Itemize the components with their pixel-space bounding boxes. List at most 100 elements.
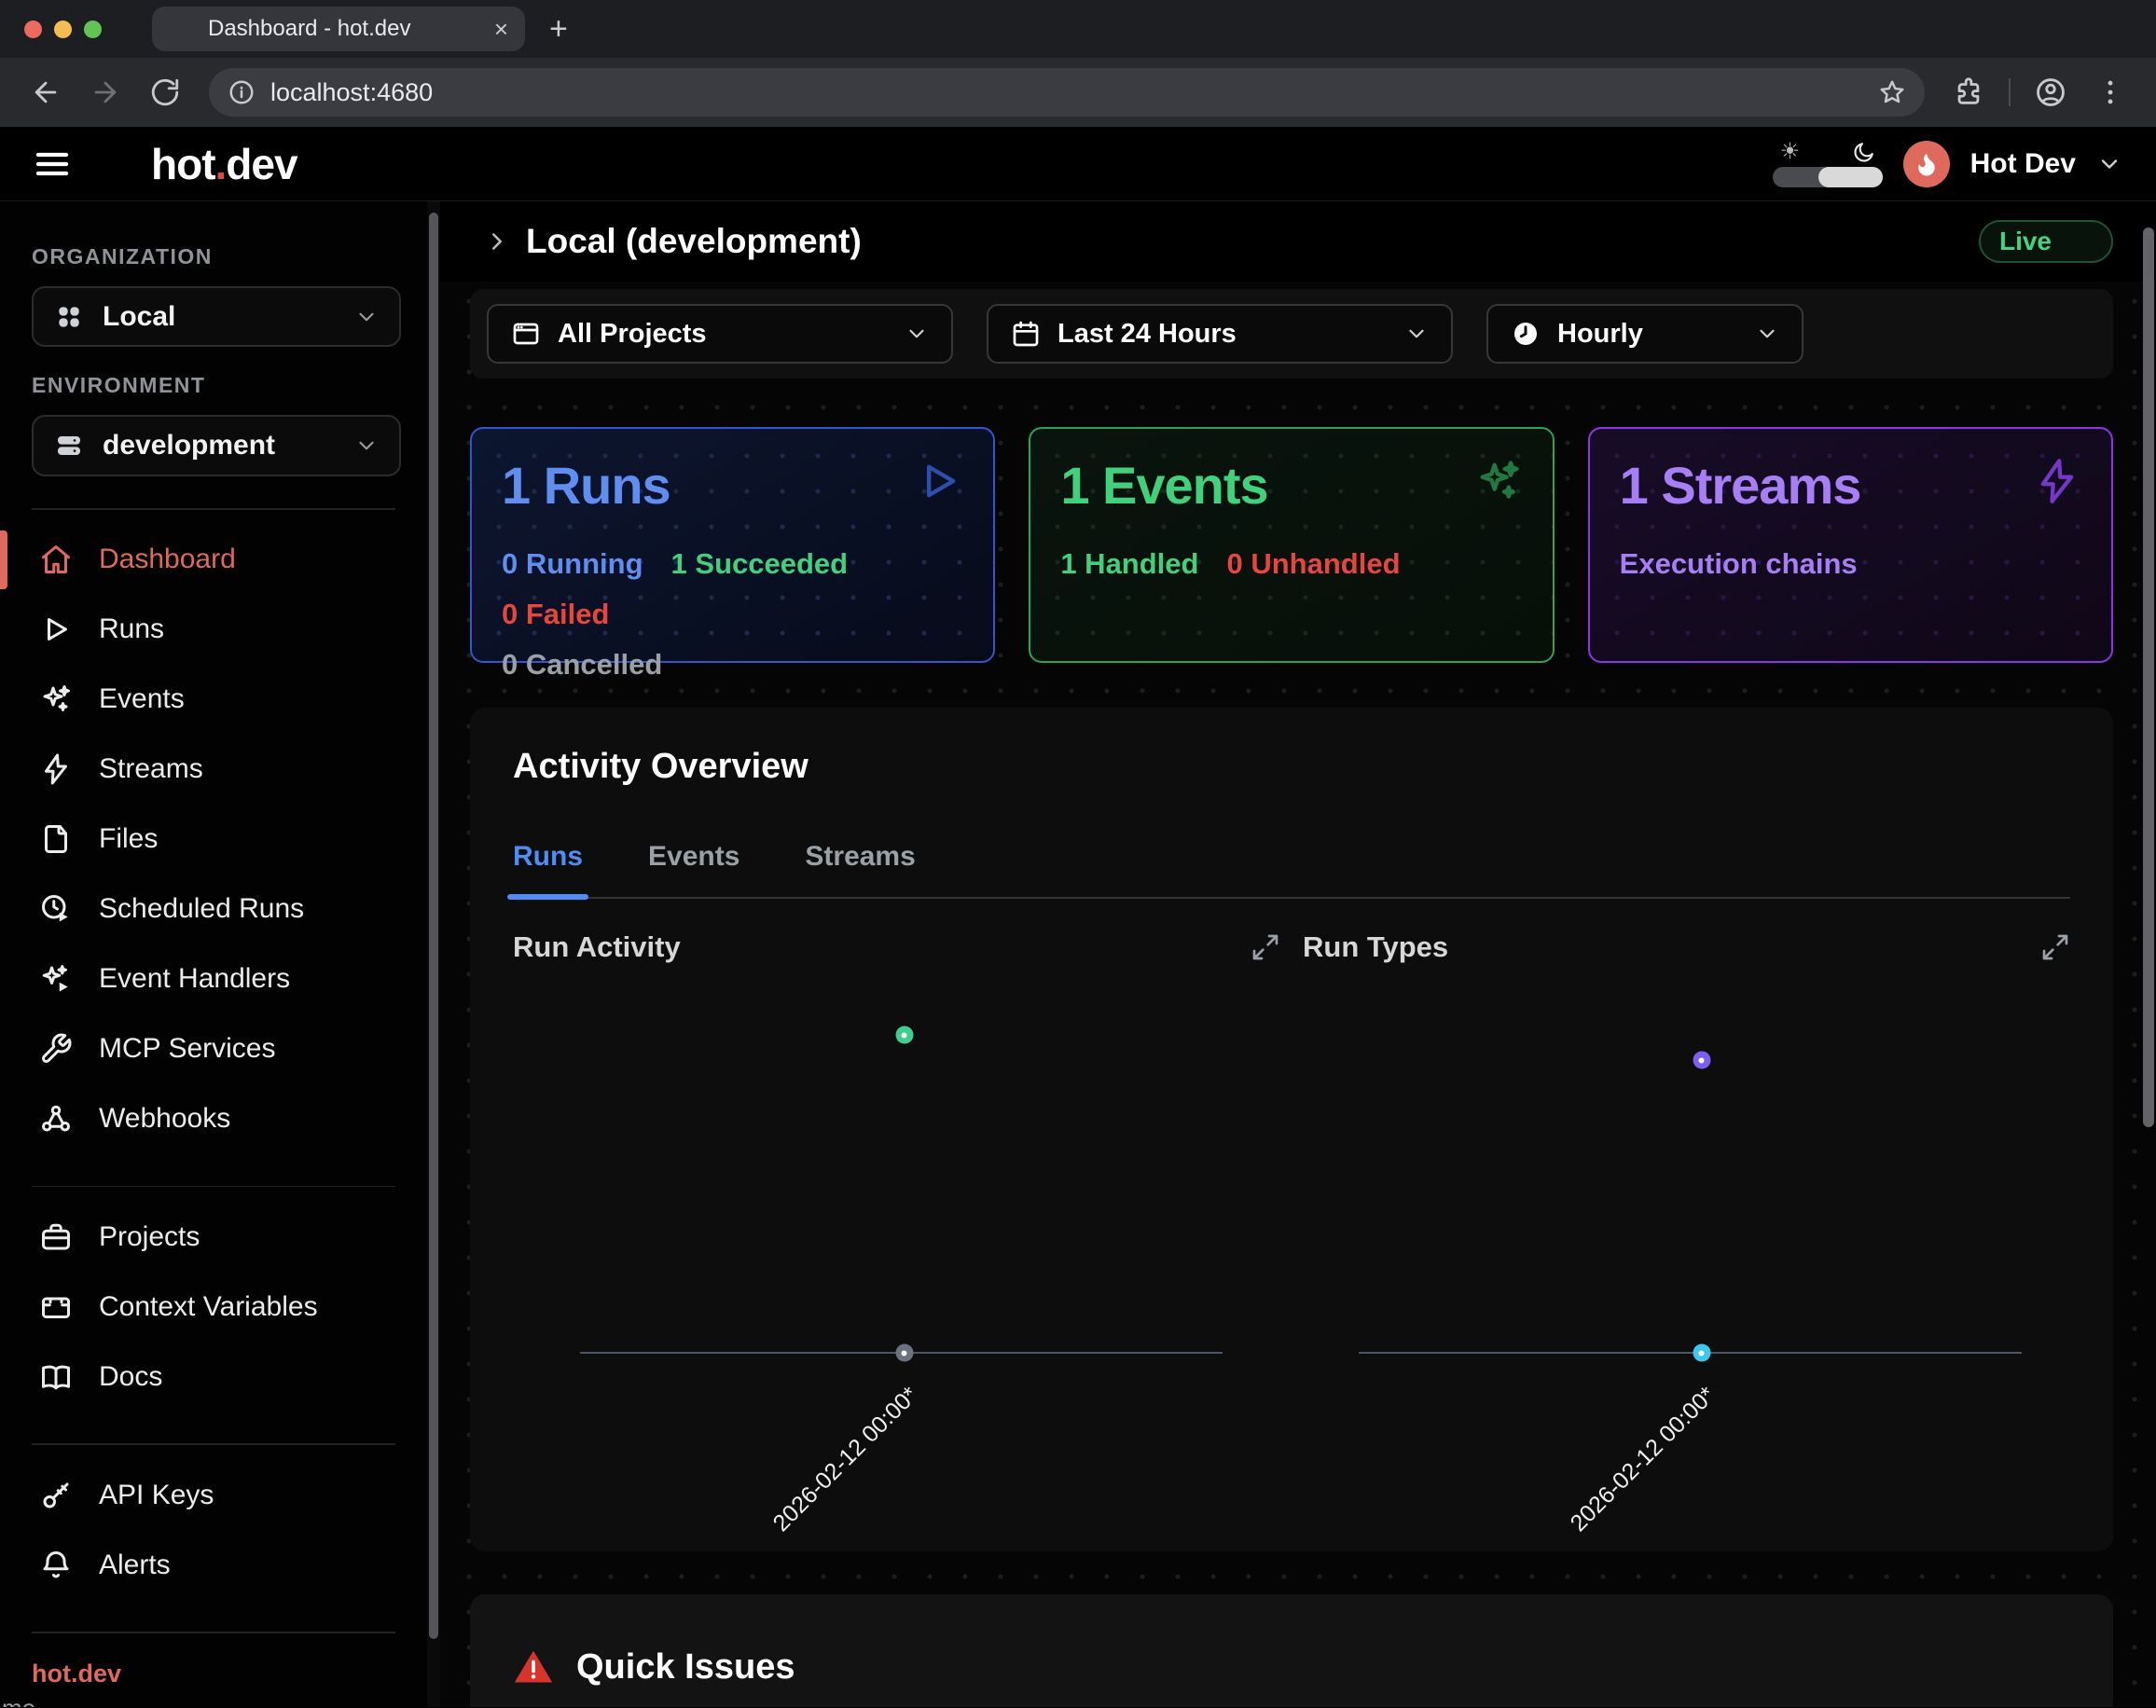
minimize-window-button[interactable]: [54, 21, 72, 38]
chevron-right-icon[interactable]: [483, 227, 511, 255]
time-range-value: Last 24 Hours: [1057, 319, 1388, 350]
runs-running: 0 Running: [502, 547, 643, 581]
data-point-type-2[interactable]: [1693, 1344, 1710, 1362]
tab-title: Dashboard - hot.dev: [208, 16, 481, 42]
x-tick-label: 2026-02-12 00:00*: [686, 1382, 923, 1618]
projects-filter-select[interactable]: All Projects: [487, 304, 953, 364]
live-badge-label: Live: [1999, 227, 2052, 256]
new-tab-button[interactable]: +: [549, 11, 568, 48]
sun-icon: ☀: [1780, 141, 1801, 165]
browser-tab[interactable]: Dashboard - hot.dev ×: [152, 7, 525, 51]
sidebar-item-mcp-services[interactable]: MCP Services: [0, 1014, 427, 1084]
chevron-down-icon[interactable]: [2096, 151, 2122, 177]
brand-logo[interactable]: hot.dev: [95, 139, 297, 189]
bolt-icon: [2033, 457, 2081, 505]
book-open-icon: [39, 1360, 73, 1394]
user-name[interactable]: Hot Dev: [1970, 148, 2076, 180]
expand-icon[interactable]: [1251, 932, 1280, 962]
data-point-succeeded[interactable]: [895, 1026, 913, 1044]
live-badge[interactable]: Live: [1979, 220, 2113, 263]
avatar[interactable]: [1903, 141, 1950, 187]
url-text[interactable]: localhost:4680: [270, 78, 1863, 107]
sidebar-item-label: Projects: [99, 1221, 200, 1253]
breadcrumb-row: Local (development) Live: [440, 201, 2156, 282]
time-range-select[interactable]: Last 24 Hours: [987, 304, 1453, 364]
browser-toolbar: localhost:4680: [0, 58, 2156, 127]
screen: Dashboard - hot.dev × + localhost:4680 h…: [0, 0, 2156, 1708]
quick-issues-panel: Quick Issues: [470, 1594, 2113, 1707]
sidebar-item-label: Docs: [99, 1361, 162, 1393]
moon-icon: [1851, 141, 1875, 165]
sidebar: ORGANIZATION Local ENVIRONMENT developme…: [0, 201, 427, 1707]
extensions-icon[interactable]: [1953, 76, 1984, 108]
runs-card[interactable]: 1 Runs 0 Running 1 Succeeded 0 Failed 0 …: [470, 427, 995, 663]
chevron-down-icon: [354, 305, 379, 329]
theme-switch-knob[interactable]: [1818, 167, 1882, 187]
theme-switch[interactable]: [1773, 167, 1883, 187]
server-icon: [54, 431, 84, 461]
sidebar-brand-link[interactable]: hot.dev: [0, 1633, 427, 1694]
sidebar-item-context-variables[interactable]: Context Variables: [0, 1272, 427, 1342]
sidebar-item-runs[interactable]: Runs: [0, 595, 427, 665]
hamburger-menu-icon[interactable]: [34, 145, 71, 183]
granularity-select[interactable]: Hourly: [1486, 304, 1804, 364]
sidebar-item-projects[interactable]: Projects: [0, 1202, 427, 1272]
play-icon: [39, 613, 73, 646]
sidebar-item-docs[interactable]: Docs: [0, 1342, 427, 1412]
x-tick-label: 2026-02-12 00:00*: [1485, 1382, 1721, 1618]
clipped-status-text: me: [0, 1694, 427, 1707]
omnibox[interactable]: localhost:4680: [209, 68, 1925, 117]
environment-value: development: [103, 430, 336, 461]
sidebar-item-files[interactable]: Files: [0, 805, 427, 875]
theme-toggle[interactable]: ☀: [1773, 141, 1883, 187]
page-scrollbar-thumb[interactable]: [2143, 227, 2154, 1127]
sidebar-item-label: Files: [99, 823, 158, 855]
key-icon: [39, 1479, 73, 1512]
sidebar-nav-settings: API Keys Alerts: [0, 1460, 427, 1600]
sidebar-scrollbar-thumb[interactable]: [429, 213, 438, 1639]
profile-icon[interactable]: [2035, 76, 2066, 108]
bolt-icon: [39, 752, 73, 786]
data-point-type-1[interactable]: [1693, 1052, 1710, 1069]
environment-select[interactable]: development: [32, 415, 401, 475]
chevron-down-icon: [354, 434, 379, 458]
app-header: hot.dev ☀ Hot Dev: [0, 127, 2156, 201]
sidebar-item-dashboard[interactable]: Dashboard: [0, 525, 427, 595]
tab-runs[interactable]: Runs: [513, 841, 583, 897]
tab-events[interactable]: Events: [648, 841, 739, 897]
streams-card[interactable]: 1 Streams Execution chains: [1588, 427, 2113, 663]
projects-filter-value: All Projects: [558, 319, 888, 350]
activity-overview-panel: Activity Overview Runs Events Streams Ru…: [470, 708, 2113, 1551]
sidebar-footer: hot.dev me: [0, 1600, 427, 1707]
sidebar-item-event-handlers[interactable]: Event Handlers: [0, 944, 427, 1014]
tab-close-icon[interactable]: ×: [494, 15, 508, 44]
sidebar-item-streams[interactable]: Streams: [0, 735, 427, 805]
window-controls: [0, 21, 126, 38]
site-info-icon[interactable]: [228, 78, 256, 106]
forward-icon[interactable]: [90, 76, 121, 108]
sidebar-scrollbar[interactable]: [427, 201, 440, 1707]
brand-name: hot.dev: [151, 139, 297, 189]
data-point-baseline[interactable]: [895, 1344, 913, 1362]
file-icon: [39, 822, 73, 856]
back-icon[interactable]: [30, 76, 62, 108]
sidebar-item-webhooks[interactable]: Webhooks: [0, 1084, 427, 1154]
close-window-button[interactable]: [24, 21, 42, 38]
sidebar-item-alerts[interactable]: Alerts: [0, 1530, 427, 1600]
reload-icon[interactable]: [149, 76, 181, 108]
events-card[interactable]: 1 Events 1 Handled 0 Unhandled: [1029, 427, 1554, 663]
tab-streams[interactable]: Streams: [805, 841, 915, 897]
zoom-window-button[interactable]: [84, 21, 102, 38]
sidebar-item-events[interactable]: Events: [0, 665, 427, 735]
expand-icon[interactable]: [2040, 932, 2070, 962]
sidebar-divider: [32, 1443, 395, 1445]
organization-select[interactable]: Local: [32, 286, 401, 347]
calendar-icon: [1011, 319, 1041, 349]
sidebar-item-label: Webhooks: [99, 1103, 230, 1135]
menu-kebab-icon[interactable]: [2094, 76, 2126, 108]
sidebar-item-api-keys[interactable]: API Keys: [0, 1460, 427, 1530]
bookmark-star-icon[interactable]: [1878, 78, 1906, 106]
sidebar-item-scheduled-runs[interactable]: Scheduled Runs: [0, 875, 427, 944]
sidebar-item-label: Streams: [99, 753, 203, 785]
x-axis: [1359, 1352, 2022, 1354]
